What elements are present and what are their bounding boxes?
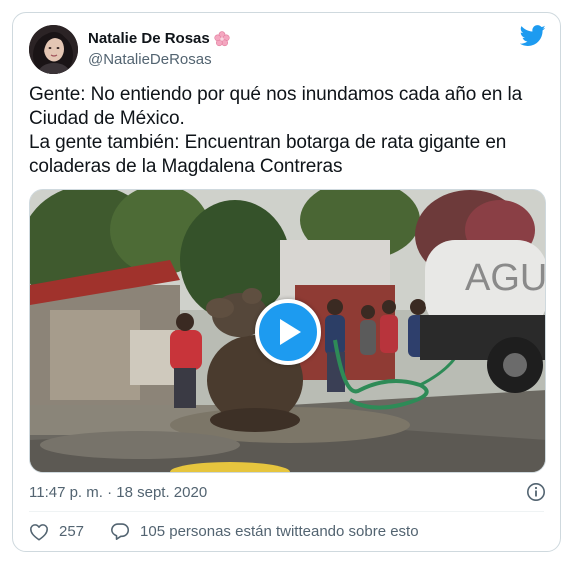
tweet-actions: 257 105 personas están twitteando sobre … bbox=[29, 522, 419, 541]
like-button[interactable]: 257 bbox=[29, 523, 84, 541]
author-name-row[interactable]: Natalie De Rosas bbox=[88, 30, 230, 47]
speech-bubble-icon bbox=[111, 523, 130, 540]
tweet-card[interactable]: Natalie De Rosas @NatalieDeRosas Gente: … bbox=[12, 12, 561, 552]
conversation-label: 105 personas están twitteando sobre esto bbox=[140, 523, 419, 540]
play-icon bbox=[280, 319, 301, 345]
heart-icon bbox=[30, 523, 48, 541]
tweet-text: Gente: No entiendo por qué nos inundamos… bbox=[29, 84, 523, 177]
play-button[interactable] bbox=[255, 299, 321, 365]
avatar[interactable] bbox=[29, 25, 78, 74]
like-count: 257 bbox=[59, 523, 85, 540]
truck-lettering: AGU bbox=[465, 257, 546, 299]
avatar-photo bbox=[29, 25, 78, 74]
tweet-timestamp[interactable]: 11:47 p. m. · 18 sept. 2020 bbox=[29, 484, 207, 501]
twitter-bird-icon[interactable] bbox=[519, 25, 546, 47]
cherry-blossom-emoji bbox=[214, 30, 230, 47]
conversation-link[interactable]: 105 personas están twitteando sobre esto bbox=[110, 522, 419, 541]
info-icon[interactable] bbox=[526, 482, 546, 502]
user-handle[interactable]: @NatalieDeRosas bbox=[88, 51, 212, 68]
display-name[interactable]: Natalie De Rosas bbox=[88, 30, 210, 47]
divider bbox=[29, 511, 544, 512]
video-player[interactable]: AGU bbox=[29, 189, 546, 473]
